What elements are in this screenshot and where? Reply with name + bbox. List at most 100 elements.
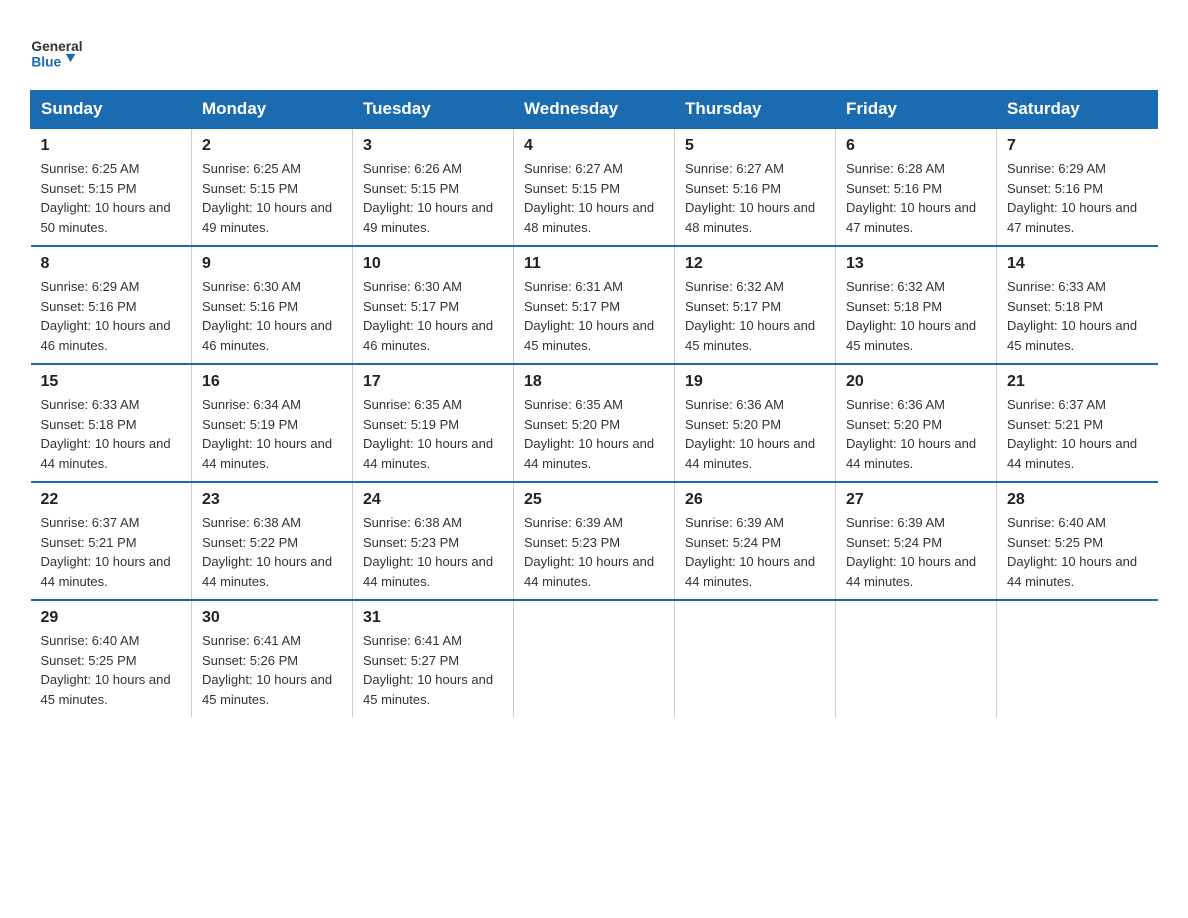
day-info: Sunrise: 6:37 AMSunset: 5:21 PMDaylight:… — [1007, 395, 1148, 473]
day-number: 28 — [1007, 491, 1148, 509]
day-number: 15 — [41, 373, 182, 391]
day-info: Sunrise: 6:39 AMSunset: 5:23 PMDaylight:… — [524, 513, 664, 591]
day-info: Sunrise: 6:40 AMSunset: 5:25 PMDaylight:… — [41, 631, 182, 709]
calendar-cell: 13 Sunrise: 6:32 AMSunset: 5:18 PMDayligh… — [836, 246, 997, 364]
logo-svg: General Blue — [30, 25, 85, 80]
day-info: Sunrise: 6:33 AMSunset: 5:18 PMDaylight:… — [41, 395, 182, 473]
day-info: Sunrise: 6:38 AMSunset: 5:22 PMDaylight:… — [202, 513, 342, 591]
calendar-cell: 18 Sunrise: 6:35 AMSunset: 5:20 PMDayligh… — [514, 364, 675, 482]
calendar-cell: 30 Sunrise: 6:41 AMSunset: 5:26 PMDayligh… — [192, 600, 353, 717]
calendar-cell — [836, 600, 997, 717]
day-number: 20 — [846, 373, 986, 391]
day-info: Sunrise: 6:39 AMSunset: 5:24 PMDaylight:… — [846, 513, 986, 591]
day-number: 4 — [524, 137, 664, 155]
calendar-cell: 10 Sunrise: 6:30 AMSunset: 5:17 PMDayligh… — [353, 246, 514, 364]
day-number: 3 — [363, 137, 503, 155]
weekday-header-friday: Friday — [836, 91, 997, 129]
day-info: Sunrise: 6:29 AMSunset: 5:16 PMDaylight:… — [41, 277, 182, 355]
day-number: 13 — [846, 255, 986, 273]
calendar-cell: 1 Sunrise: 6:25 AMSunset: 5:15 PMDaylight… — [31, 128, 192, 246]
calendar-week-row: 15 Sunrise: 6:33 AMSunset: 5:18 PMDayligh… — [31, 364, 1158, 482]
calendar-cell: 29 Sunrise: 6:40 AMSunset: 5:25 PMDayligh… — [31, 600, 192, 717]
day-info: Sunrise: 6:25 AMSunset: 5:15 PMDaylight:… — [41, 159, 182, 237]
calendar-cell: 31Sunrise: 6:41 AMSunset: 5:27 PMDayligh… — [353, 600, 514, 717]
day-number: 17 — [363, 373, 503, 391]
day-number: 21 — [1007, 373, 1148, 391]
calendar-cell: 21 Sunrise: 6:37 AMSunset: 5:21 PMDayligh… — [997, 364, 1158, 482]
calendar-cell: 26 Sunrise: 6:39 AMSunset: 5:24 PMDayligh… — [675, 482, 836, 600]
calendar-cell — [514, 600, 675, 717]
day-info: Sunrise: 6:33 AMSunset: 5:18 PMDaylight:… — [1007, 277, 1148, 355]
day-info: Sunrise: 6:35 AMSunset: 5:20 PMDaylight:… — [524, 395, 664, 473]
calendar-cell: 25 Sunrise: 6:39 AMSunset: 5:23 PMDayligh… — [514, 482, 675, 600]
calendar-cell: 11Sunrise: 6:31 AMSunset: 5:17 PMDayligh… — [514, 246, 675, 364]
day-info: Sunrise: 6:26 AMSunset: 5:15 PMDaylight:… — [363, 159, 503, 237]
day-info: Sunrise: 6:36 AMSunset: 5:20 PMDaylight:… — [685, 395, 825, 473]
day-number: 7 — [1007, 137, 1148, 155]
day-info: Sunrise: 6:41 AMSunset: 5:26 PMDaylight:… — [202, 631, 342, 709]
calendar-cell: 28 Sunrise: 6:40 AMSunset: 5:25 PMDayligh… — [997, 482, 1158, 600]
day-number: 24 — [363, 491, 503, 509]
weekday-header-thursday: Thursday — [675, 91, 836, 129]
calendar-cell: 9 Sunrise: 6:30 AMSunset: 5:16 PMDaylight… — [192, 246, 353, 364]
day-number: 1 — [41, 137, 182, 155]
day-info: Sunrise: 6:28 AMSunset: 5:16 PMDaylight:… — [846, 159, 986, 237]
logo: General Blue — [30, 20, 85, 80]
day-info: Sunrise: 6:40 AMSunset: 5:25 PMDaylight:… — [1007, 513, 1148, 591]
calendar-cell: 12Sunrise: 6:32 AMSunset: 5:17 PMDayligh… — [675, 246, 836, 364]
calendar-cell: 5Sunrise: 6:27 AMSunset: 5:16 PMDaylight… — [675, 128, 836, 246]
day-number: 26 — [685, 491, 825, 509]
day-number: 19 — [685, 373, 825, 391]
day-info: Sunrise: 6:30 AMSunset: 5:17 PMDaylight:… — [363, 277, 503, 355]
calendar-cell: 20 Sunrise: 6:36 AMSunset: 5:20 PMDayligh… — [836, 364, 997, 482]
weekday-header-tuesday: Tuesday — [353, 91, 514, 129]
svg-text:Blue: Blue — [31, 54, 61, 69]
day-number: 11 — [524, 255, 664, 273]
weekday-header-row: SundayMondayTuesdayWednesdayThursdayFrid… — [31, 91, 1158, 129]
calendar-cell: 14 Sunrise: 6:33 AMSunset: 5:18 PMDayligh… — [997, 246, 1158, 364]
calendar-cell: 23 Sunrise: 6:38 AMSunset: 5:22 PMDayligh… — [192, 482, 353, 600]
calendar-cell: 7 Sunrise: 6:29 AMSunset: 5:16 PMDaylight… — [997, 128, 1158, 246]
page-header: General Blue — [30, 20, 1158, 80]
day-number: 5 — [685, 137, 825, 155]
day-number: 30 — [202, 609, 342, 627]
day-number: 31 — [363, 609, 503, 627]
calendar-cell: 8 Sunrise: 6:29 AMSunset: 5:16 PMDaylight… — [31, 246, 192, 364]
day-info: Sunrise: 6:38 AMSunset: 5:23 PMDaylight:… — [363, 513, 503, 591]
day-number: 18 — [524, 373, 664, 391]
day-number: 16 — [202, 373, 342, 391]
calendar-cell: 22 Sunrise: 6:37 AMSunset: 5:21 PMDayligh… — [31, 482, 192, 600]
calendar-cell: 24 Sunrise: 6:38 AMSunset: 5:23 PMDayligh… — [353, 482, 514, 600]
calendar-week-row: 22 Sunrise: 6:37 AMSunset: 5:21 PMDayligh… — [31, 482, 1158, 600]
day-number: 25 — [524, 491, 664, 509]
day-info: Sunrise: 6:30 AMSunset: 5:16 PMDaylight:… — [202, 277, 342, 355]
calendar-cell — [997, 600, 1158, 717]
day-info: Sunrise: 6:27 AMSunset: 5:15 PMDaylight:… — [524, 159, 664, 237]
day-number: 9 — [202, 255, 342, 273]
calendar-week-row: 29 Sunrise: 6:40 AMSunset: 5:25 PMDayligh… — [31, 600, 1158, 717]
day-number: 6 — [846, 137, 986, 155]
day-info: Sunrise: 6:36 AMSunset: 5:20 PMDaylight:… — [846, 395, 986, 473]
day-number: 22 — [41, 491, 182, 509]
day-info: Sunrise: 6:32 AMSunset: 5:18 PMDaylight:… — [846, 277, 986, 355]
day-info: Sunrise: 6:25 AMSunset: 5:15 PMDaylight:… — [202, 159, 342, 237]
day-info: Sunrise: 6:39 AMSunset: 5:24 PMDaylight:… — [685, 513, 825, 591]
day-info: Sunrise: 6:32 AMSunset: 5:17 PMDaylight:… — [685, 277, 825, 355]
day-number: 27 — [846, 491, 986, 509]
calendar-cell — [675, 600, 836, 717]
weekday-header-wednesday: Wednesday — [514, 91, 675, 129]
calendar-cell: 4 Sunrise: 6:27 AMSunset: 5:15 PMDaylight… — [514, 128, 675, 246]
day-number: 23 — [202, 491, 342, 509]
day-number: 10 — [363, 255, 503, 273]
day-number: 29 — [41, 609, 182, 627]
day-number: 8 — [41, 255, 182, 273]
day-info: Sunrise: 6:35 AMSunset: 5:19 PMDaylight:… — [363, 395, 503, 473]
calendar-table: SundayMondayTuesdayWednesdayThursdayFrid… — [30, 90, 1158, 717]
calendar-cell: 6 Sunrise: 6:28 AMSunset: 5:16 PMDaylight… — [836, 128, 997, 246]
calendar-cell: 19 Sunrise: 6:36 AMSunset: 5:20 PMDayligh… — [675, 364, 836, 482]
calendar-cell: 16Sunrise: 6:34 AMSunset: 5:19 PMDayligh… — [192, 364, 353, 482]
day-info: Sunrise: 6:29 AMSunset: 5:16 PMDaylight:… — [1007, 159, 1148, 237]
weekday-header-monday: Monday — [192, 91, 353, 129]
day-info: Sunrise: 6:37 AMSunset: 5:21 PMDaylight:… — [41, 513, 182, 591]
day-number: 14 — [1007, 255, 1148, 273]
